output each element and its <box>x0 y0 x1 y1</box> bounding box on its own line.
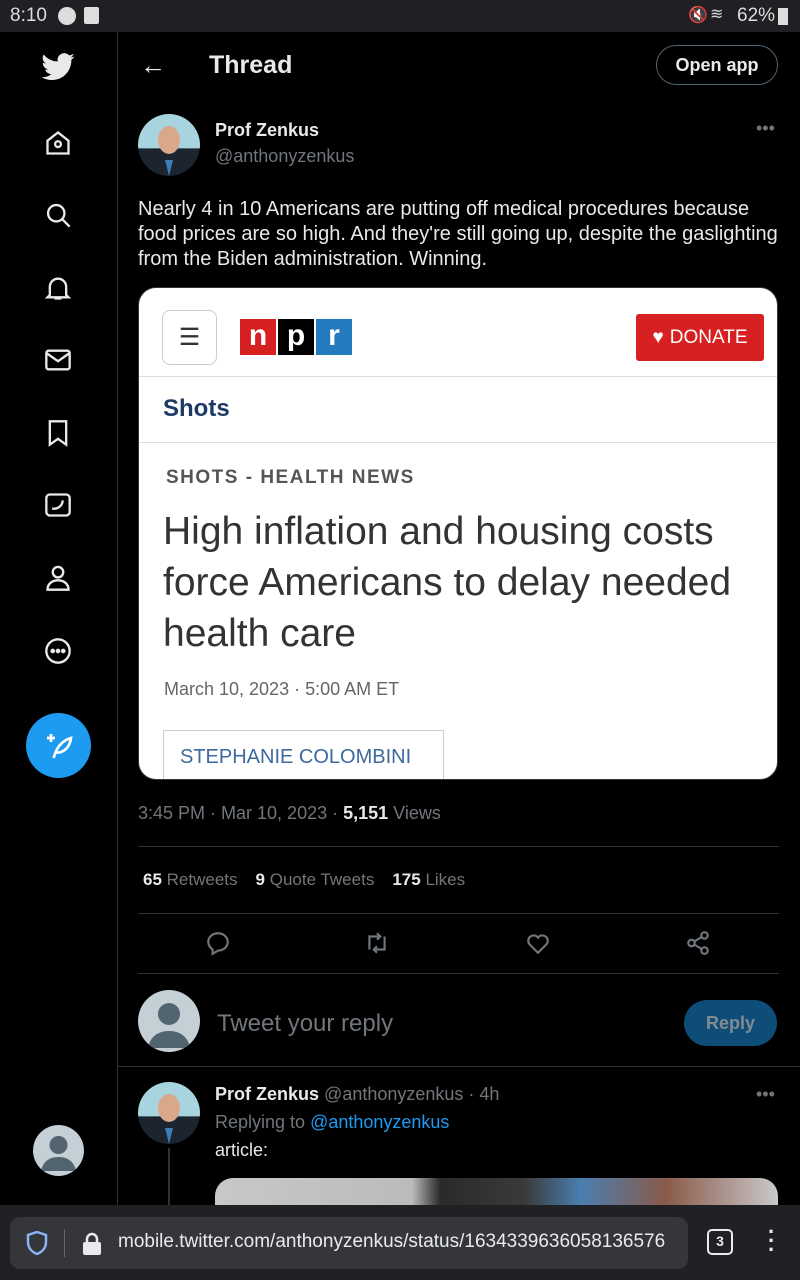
author-handle[interactable]: @anthonyzenkus <box>215 146 354 167</box>
donate-button: ♥ DONATE <box>636 314 764 361</box>
retweets-link[interactable]: 65 Retweets <box>143 870 238 890</box>
engagement-stats: 65 Retweets 9 Quote Tweets 175 Likes <box>143 870 465 890</box>
open-app-button[interactable]: Open app <box>656 45 778 85</box>
account-avatar[interactable] <box>33 1125 84 1176</box>
search-icon[interactable] <box>38 195 78 235</box>
checkbox-notification-icon <box>84 7 99 24</box>
replying-to-link[interactable]: @anthonyzenkus <box>310 1112 449 1132</box>
share-icon[interactable] <box>685 930 711 961</box>
tab-switcher-button[interactable]: 3 <box>707 1229 733 1255</box>
reply-text: article: <box>215 1140 269 1160</box>
reply-author-name[interactable]: Prof Zenkus <box>215 1084 319 1104</box>
home-icon[interactable] <box>38 123 78 163</box>
section-name: Shots <box>163 395 230 422</box>
twitter-logo-icon[interactable] <box>38 48 78 88</box>
shield-icon[interactable] <box>26 1230 48 1260</box>
hamburger-menu-icon: ☰ <box>162 310 217 365</box>
heart-icon: ♥ <box>652 326 664 348</box>
reply-more-options-icon[interactable]: ••• <box>756 1084 775 1105</box>
reply-author-handle[interactable]: @anthonyzenkus · 4h <box>324 1084 499 1104</box>
tweet-timestamp: 3:45 PM · Mar 10, 2023 · 5,151 Views <box>138 803 441 823</box>
npr-logo: n p r <box>240 319 352 355</box>
url-text[interactable]: mobile.twitter.com/anthonyzenkus/status/… <box>118 1231 665 1253</box>
notifications-bell-icon[interactable] <box>38 268 78 308</box>
article-date: March 10, 2023 · 5:00 AM ET <box>164 679 400 699</box>
my-avatar <box>138 990 200 1052</box>
address-bar[interactable]: mobile.twitter.com/anthonyzenkus/status/… <box>10 1217 688 1269</box>
retweet-icon[interactable] <box>364 930 390 961</box>
browser-toolbar: mobile.twitter.com/anthonyzenkus/status/… <box>0 1205 800 1280</box>
like-heart-icon[interactable] <box>525 930 551 961</box>
reply-button[interactable]: Reply <box>684 1000 777 1046</box>
more-circle-icon[interactable] <box>38 631 78 671</box>
back-arrow-icon[interactable]: ← <box>140 50 166 81</box>
headline: High inflation and housing costs force A… <box>163 510 732 655</box>
twitter-blue-icon[interactable] <box>38 485 78 525</box>
bookmark-icon[interactable] <box>38 413 78 453</box>
sidebar <box>0 32 118 1205</box>
thread-line <box>168 1148 170 1208</box>
app-notification-icon <box>58 7 76 25</box>
feather-plus-icon <box>46 733 73 758</box>
lock-icon[interactable] <box>82 1232 102 1261</box>
reply-author-avatar[interactable] <box>138 1082 200 1144</box>
compose-tweet-button[interactable] <box>26 713 91 778</box>
status-bar: 8:10 🔇 ≋ 62% <box>0 0 800 32</box>
author-avatar[interactable] <box>138 114 200 176</box>
battery-percent: 62% <box>737 5 776 26</box>
reply-input[interactable]: Tweet your reply <box>217 1010 393 1038</box>
browser-menu-icon[interactable]: · · · <box>768 1221 775 1261</box>
link-preview-card[interactable]: ☰ n p r ♥ DONATE Shots SHOTS - HEALTH NEW… <box>138 287 778 780</box>
wifi-icon: ≋ <box>710 6 724 23</box>
tweet-text: Nearly 4 in 10 Americans are putting off… <box>138 198 778 270</box>
profile-icon[interactable] <box>38 558 78 598</box>
battery-icon <box>778 8 788 25</box>
mute-icon: 🔇 <box>688 7 708 24</box>
author-name[interactable]: Prof Zenkus <box>215 120 319 141</box>
quote-tweets-link[interactable]: 9 Quote Tweets <box>256 870 375 890</box>
replying-to: Replying to @anthonyzenkus <box>215 1112 450 1132</box>
page-title: Thread <box>209 51 293 79</box>
author-tag: STEPHANIE COLOMBINI <box>163 730 444 779</box>
clock: 8:10 <box>10 5 47 26</box>
more-options-icon[interactable]: ••• <box>756 118 775 139</box>
reply-icon[interactable] <box>205 930 231 961</box>
kicker: SHOTS - HEALTH NEWS <box>166 467 415 488</box>
likes-link[interactable]: 175 Likes <box>392 870 465 890</box>
messages-mail-icon[interactable] <box>38 340 78 380</box>
